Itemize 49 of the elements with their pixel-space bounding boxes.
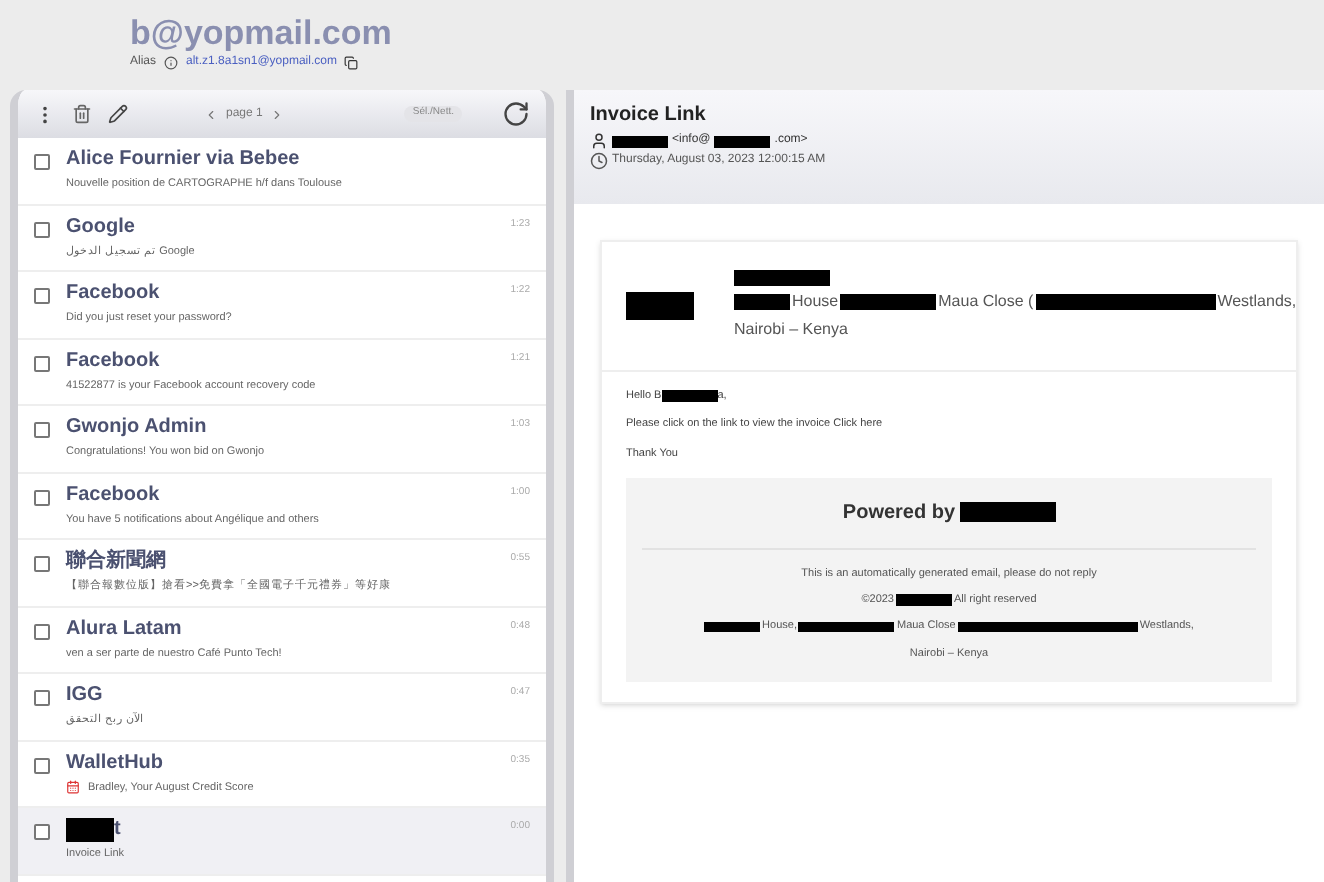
redaction-bar [734,294,790,310]
logo-redaction [626,292,694,320]
sender-name: IGG [66,682,103,710]
previous-page-icon[interactable] [204,107,218,121]
text: Maua Close ( [938,290,1034,314]
checkbox[interactable] [34,623,50,639]
sender-name: Facebook [66,280,160,308]
sender-name: Gwonjo Admin [66,414,207,442]
redaction-bar [896,594,952,606]
sender-name: Alice Fournier via Bebee [66,146,300,174]
checkbox[interactable] [34,422,50,438]
text: Nairobi – Kenya [734,318,848,342]
clock-icon [590,152,608,170]
redaction-bar [714,135,771,147]
sender-name: Facebook [66,347,160,375]
info-icon [164,56,179,71]
sender-name: t [114,816,121,844]
checkbox[interactable] [34,690,50,706]
checkbox[interactable] [34,556,50,572]
checkbox[interactable] [34,824,50,840]
checkbox[interactable] [34,288,50,304]
message-subject-title: Invoice Link [590,102,708,130]
sender-name: 聯合新聞網 [66,548,166,576]
checkbox[interactable] [34,757,50,773]
trash-icon[interactable] [72,104,92,124]
checkbox[interactable] [34,221,50,237]
next-page-icon[interactable] [270,107,285,121]
redaction-bar [798,621,895,633]
sender-name: Facebook [66,481,160,509]
redaction-bar [959,502,1056,523]
text: Powered by [842,499,956,528]
checkbox[interactable] [34,489,50,505]
redaction-bar [734,270,830,286]
refresh-icon[interactable] [502,100,530,128]
checkbox[interactable] [34,154,50,170]
account-address: b@yopmail.com [130,12,394,55]
text: House [792,290,839,314]
redaction-bar [661,390,718,402]
sender-name: Google [66,213,135,241]
copy-icon[interactable] [344,56,359,71]
person-icon [590,132,608,150]
redaction-bar [840,294,937,310]
text: Westlands, [1217,290,1297,314]
pencil-icon[interactable] [108,104,128,124]
redaction-bar [612,135,668,147]
checkbox[interactable] [34,355,50,371]
redaction-bar [704,621,761,633]
sender-name: Alura Latam [66,615,182,643]
sender-name: WalletHub [66,749,164,777]
